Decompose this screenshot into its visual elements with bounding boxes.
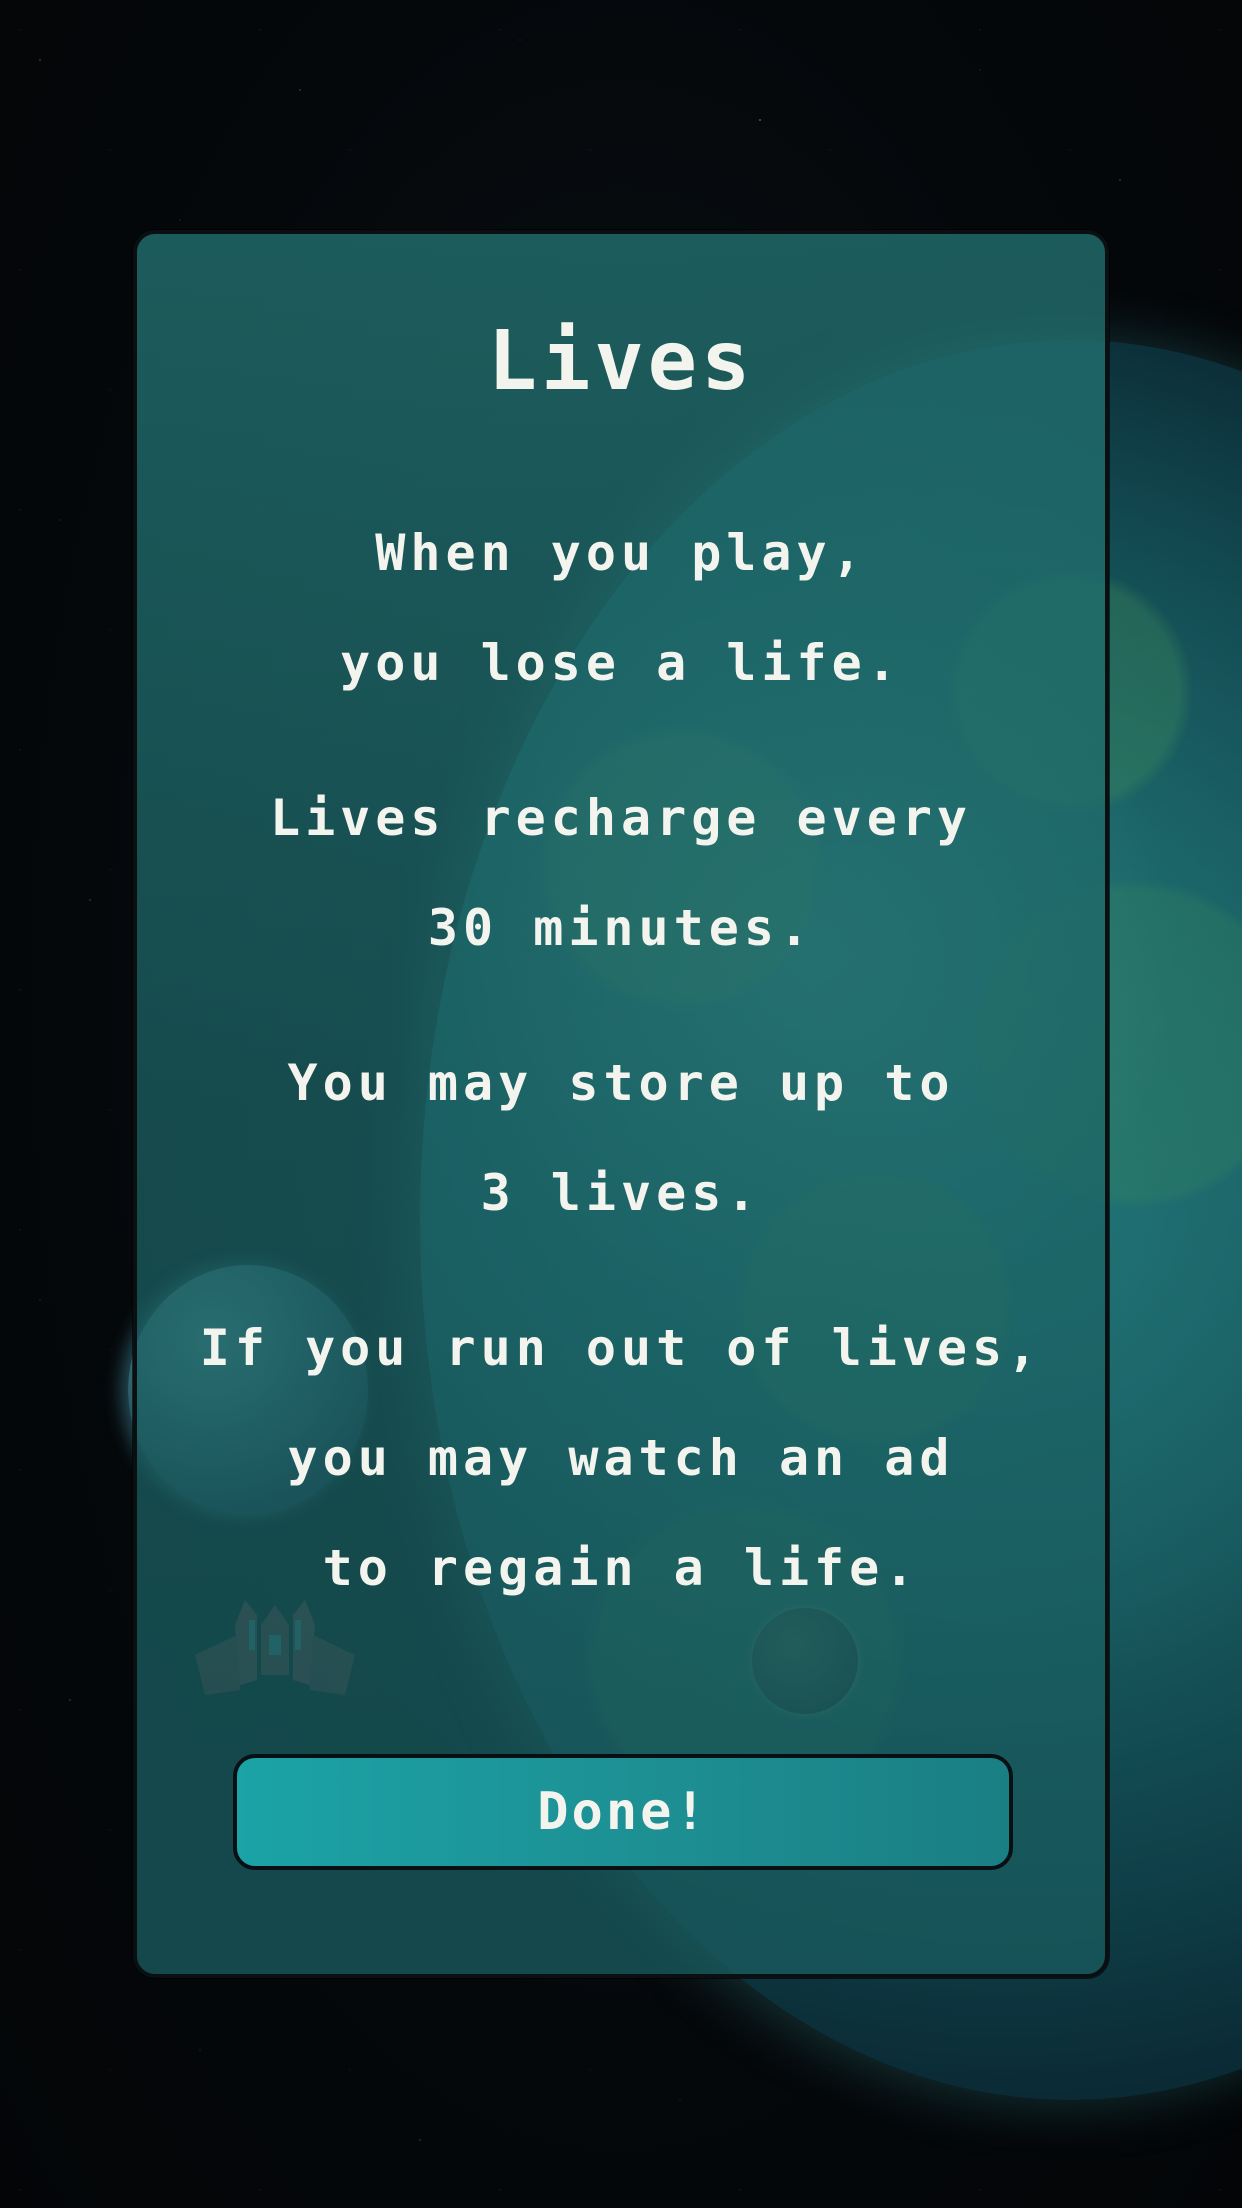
info-line: Lives recharge every: [269, 789, 973, 847]
info-line: to regain a life.: [322, 1539, 920, 1597]
done-button[interactable]: Done!: [233, 1754, 1013, 1870]
game-screen: Lives When you play, you lose a life. Li…: [0, 0, 1242, 2208]
dialog-title: Lives: [487, 314, 755, 409]
info-line: 30 minutes.: [427, 899, 815, 957]
info-line: you may watch an ad: [287, 1429, 955, 1487]
info-line: You may store up to: [287, 1054, 955, 1112]
info-line: When you play,: [375, 524, 867, 582]
info-line: 3 lives.: [480, 1164, 762, 1222]
info-line: If you run out of lives,: [199, 1319, 1043, 1377]
info-line: you lose a life.: [340, 634, 902, 692]
lives-info-dialog: Lives When you play, you lose a life. Li…: [133, 230, 1109, 1978]
